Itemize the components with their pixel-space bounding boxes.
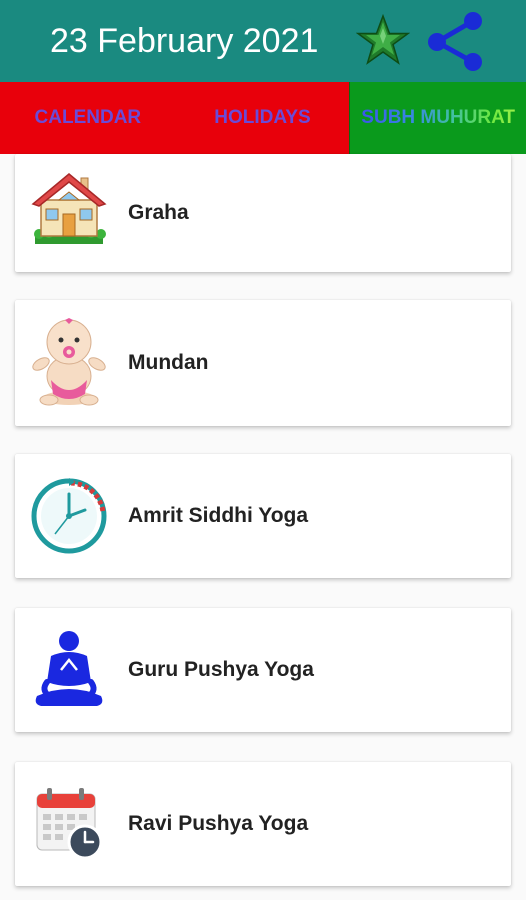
clock-icon — [31, 476, 107, 556]
tab-calendar-label: CALENDAR — [34, 107, 142, 128]
calendar-clock-icon — [31, 784, 107, 864]
star-icon[interactable] — [355, 13, 411, 68]
tab-bar: CALENDAR HOLIDAYS SUBH MUHURAT — [0, 82, 526, 154]
list-item-label: Graha — [128, 201, 189, 224]
list-item-graha[interactable]: Graha — [15, 154, 511, 272]
tab-subh-muhurat-label: SUBH MUHURAT — [361, 107, 516, 128]
list-item-label: Ravi Pushya Yoga — [128, 812, 309, 835]
list-item-label: Amrit Siddhi Yoga — [128, 504, 309, 527]
tab-holidays[interactable]: HOLIDAYS — [175, 82, 350, 154]
list-item-amrit-siddhi-yoga[interactable]: Amrit Siddhi Yoga — [15, 454, 511, 578]
baby-icon — [31, 314, 107, 410]
list-item-label: Mundan — [128, 351, 209, 374]
list-item-ravi-pushya-yoga[interactable]: Ravi Pushya Yoga — [15, 762, 511, 886]
meditation-icon — [31, 630, 107, 710]
list-item-guru-pushya-yoga[interactable]: Guru Pushya Yoga — [15, 608, 511, 732]
app-bar: 23 February 2021 — [0, 0, 526, 82]
page-title: 23 February 2021 — [50, 22, 319, 60]
tab-calendar[interactable]: CALENDAR — [0, 82, 176, 154]
house-icon — [31, 170, 107, 250]
tab-holidays-label: HOLIDAYS — [214, 107, 311, 128]
list-item-mundan[interactable]: Mundan — [15, 300, 511, 426]
list-item-label: Guru Pushya Yoga — [128, 658, 314, 681]
tab-subh-muhurat[interactable]: SUBH MUHURAT — [349, 82, 526, 154]
share-icon[interactable] — [424, 12, 486, 72]
